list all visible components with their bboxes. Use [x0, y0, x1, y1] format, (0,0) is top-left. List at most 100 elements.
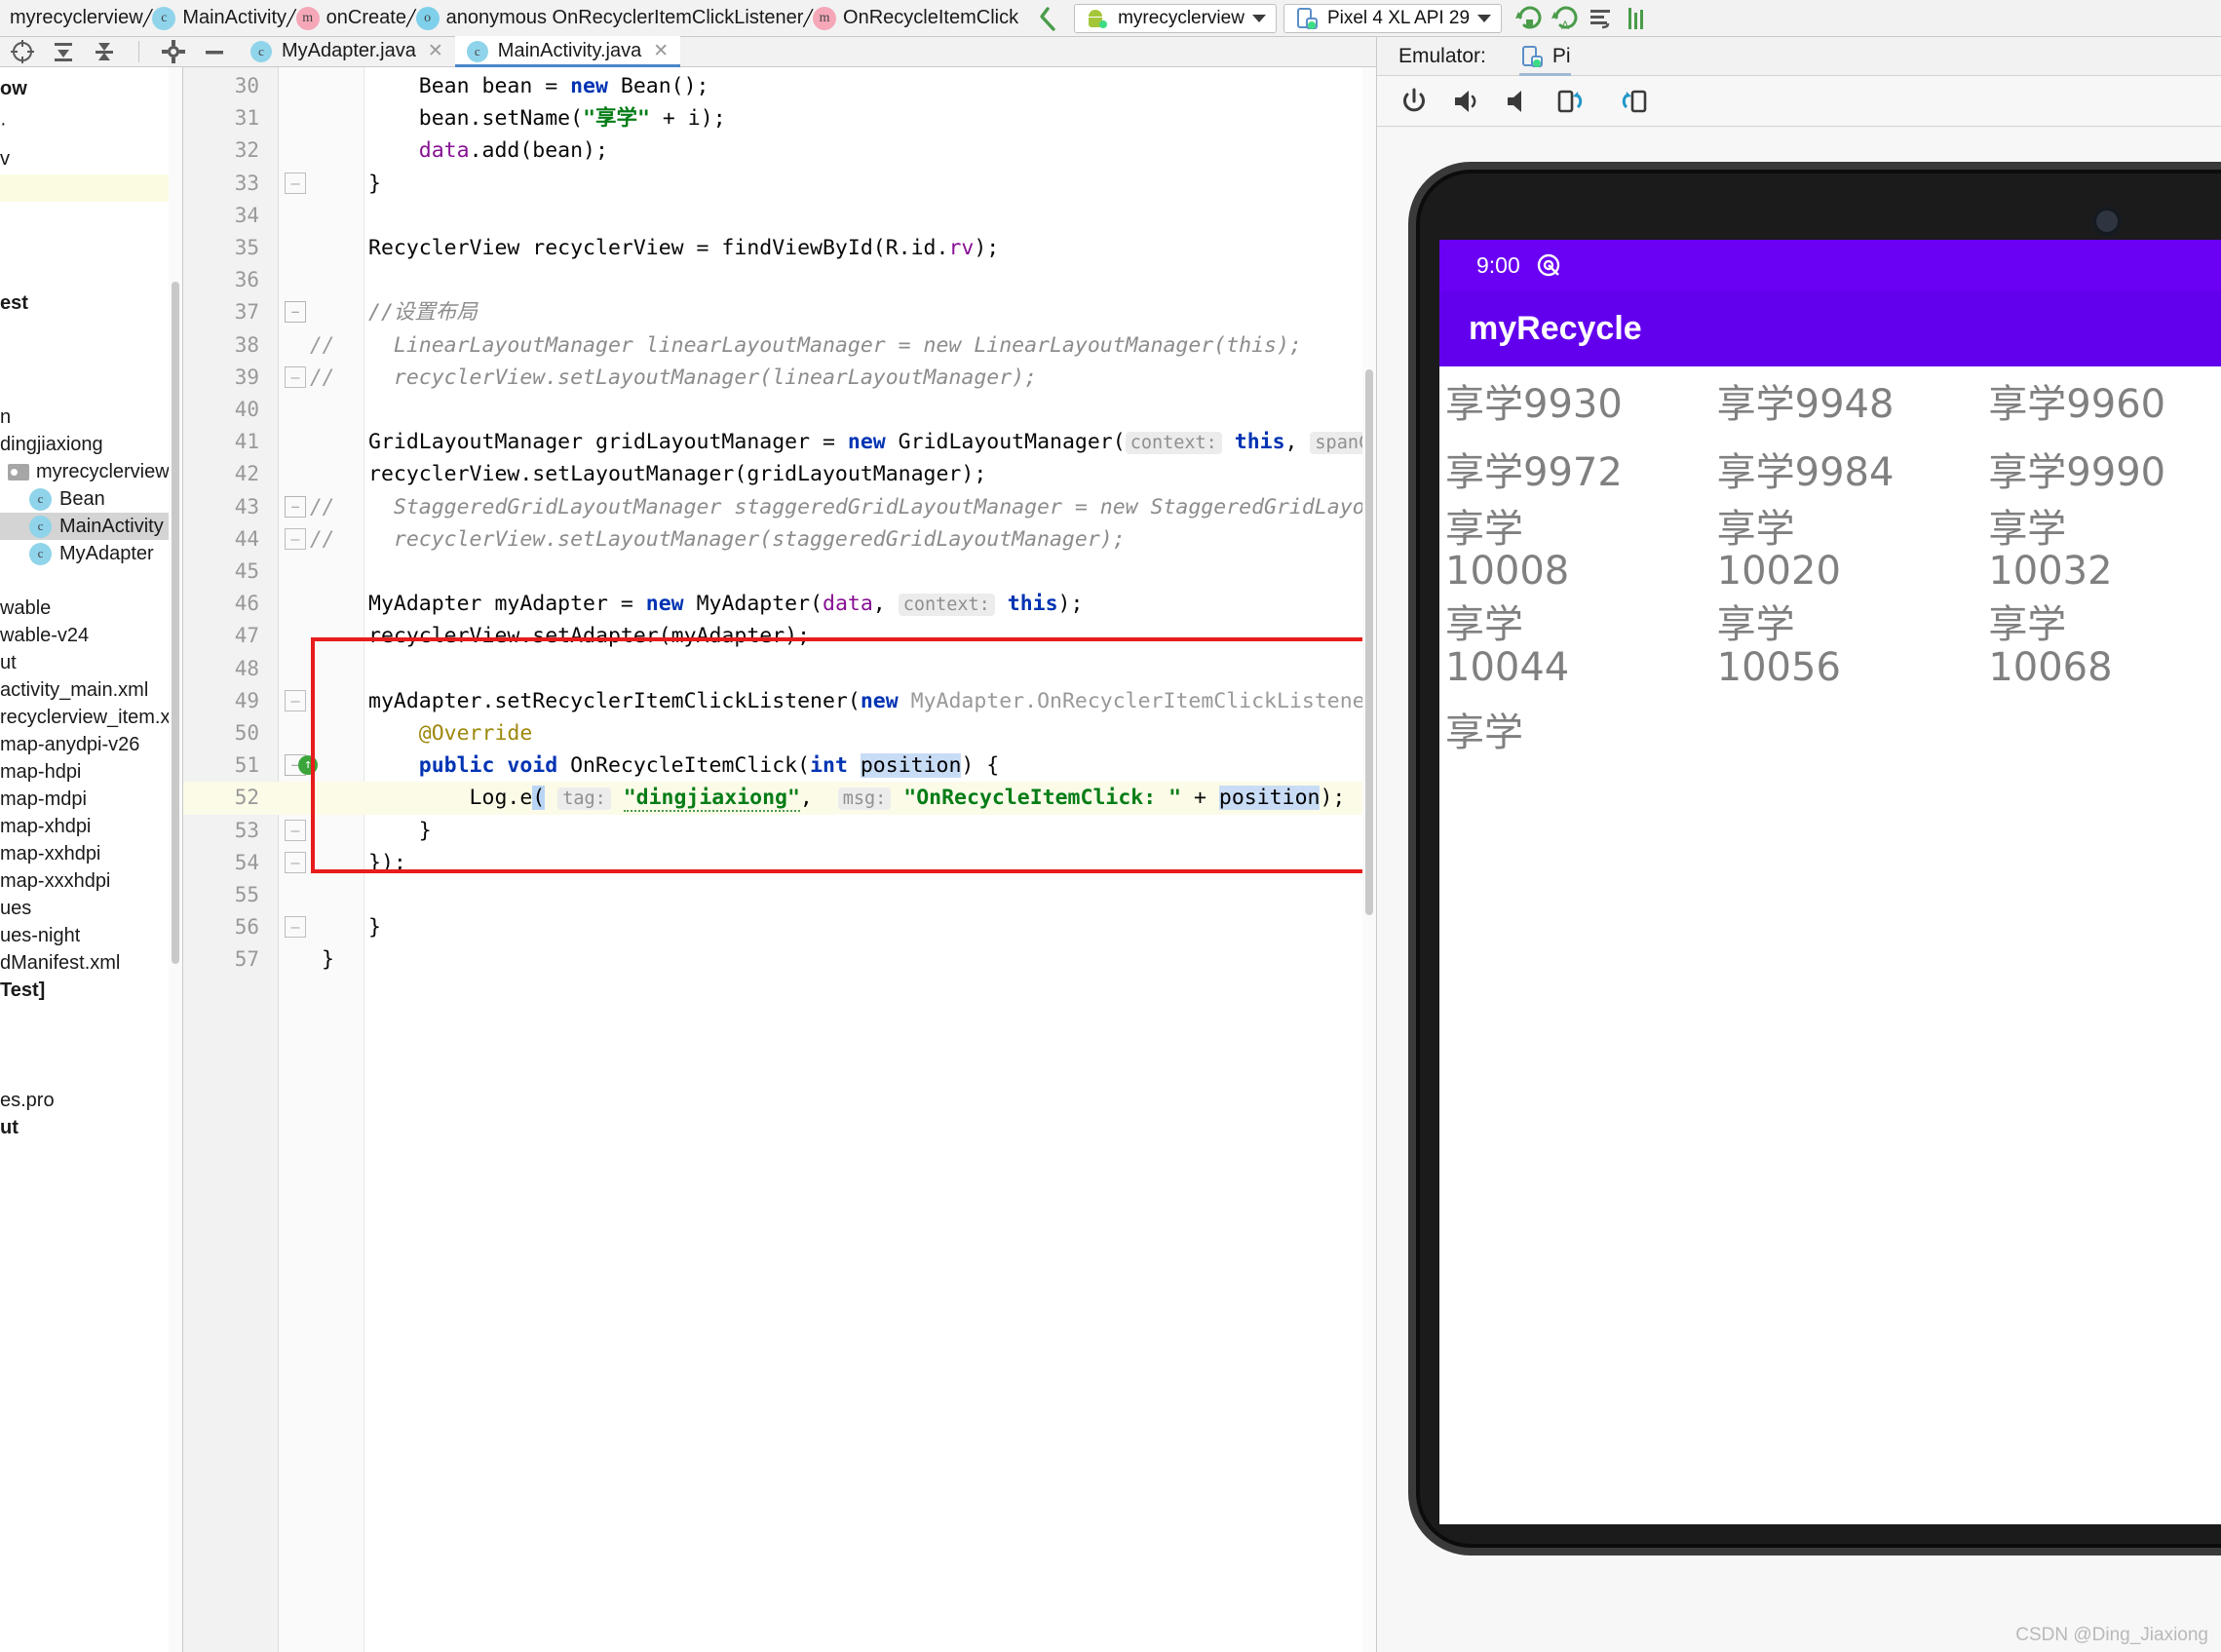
code-line-30[interactable]: 30 Bean bean = new Bean(); — [183, 70, 1376, 102]
breadcrumb-item-4[interactable]: m OnRecycleItemClick — [813, 6, 1018, 30]
tree-node-map-xhdpi[interactable]: map-xhdpi — [0, 813, 182, 840]
code-fold-toggle[interactable]: – — [285, 819, 306, 841]
code-fold-toggle[interactable]: – — [285, 172, 306, 194]
editor-vertical-scrollbar[interactable] — [1362, 67, 1376, 1652]
code-line-44[interactable]: 44 –// recyclerView.setLayoutManager(stag… — [183, 523, 1376, 556]
tree-node-map-anydpi-v26[interactable]: map-anydpi-v26 — [0, 731, 182, 758]
sidebar-scrollbar[interactable] — [169, 67, 182, 1652]
code-editor[interactable]: 30 Bean bean = new Bean(); 31 bean.setNam… — [183, 67, 1376, 1652]
code-line-48[interactable]: 48 — [183, 653, 1376, 685]
tree-node-wable-v24[interactable]: wable-v24 — [0, 622, 182, 649]
code-line-33[interactable]: 33 –} — [183, 168, 1376, 200]
emulator-screen[interactable]: 9:00 myRecycle 享学9930 享学9948 享学9960 享学9972 享… — [1439, 240, 2221, 1524]
code-line-34[interactable]: 34 — [183, 200, 1376, 232]
code-line-39[interactable]: 39 –// recyclerView.setLayoutManager(line… — [183, 362, 1376, 394]
code-content[interactable]: 30 Bean bean = new Bean(); 31 bean.setNam… — [183, 67, 1376, 1652]
code-fold-toggle[interactable]: – — [285, 851, 306, 873]
recyclerview-item[interactable]: 享学9930 — [1439, 366, 1711, 435]
code-line-43[interactable]: 43 −// StaggeredGridLayoutManager stagger… — [183, 491, 1376, 523]
code-line-52[interactable]: 52 Log.e( tag: "dingjiaxiong", msg: "OnR… — [183, 782, 1376, 815]
rotate-left-icon[interactable] — [1556, 86, 1591, 117]
logcat-icon[interactable] — [1587, 4, 1616, 33]
recyclerview-item[interactable]: 享学9960 — [1982, 366, 2221, 435]
tree-node-recyclerview-item-xml[interactable]: recyclerview_item.xml — [0, 704, 182, 731]
code-line-31[interactable]: 31 bean.setName("享学" + i); — [183, 102, 1376, 134]
breadcrumb[interactable]: myrecyclerview ╱ c MainActivity ╱ m onCreate ╱ o… — [0, 0, 1018, 37]
code-line-40[interactable]: 40 — [183, 394, 1376, 426]
volume-down-icon[interactable] — [1504, 86, 1535, 117]
code-line-56[interactable]: 56 –} — [183, 911, 1376, 943]
recyclerview-item[interactable]: 享学 — [1439, 695, 1711, 763]
code-line-36[interactable]: 36 — [183, 264, 1376, 296]
tree-node-bean[interactable]: c Bean — [0, 485, 182, 513]
project-panel[interactable]: ow · v est n dingjiaxiong myrecyclerview c Bean c… — [0, 67, 183, 1652]
code-line-55[interactable]: 55 — [183, 879, 1376, 911]
breadcrumb-item-0[interactable]: myrecyclerview — [10, 7, 143, 29]
recyclerview-item[interactable]: 享学9990 — [1982, 435, 2221, 503]
chevron-down-icon[interactable] — [1477, 14, 1492, 22]
device-selector[interactable]: Pixel 4 XL API 29 — [1283, 3, 1503, 33]
code-line-53[interactable]: 53 – } — [183, 815, 1376, 847]
code-line-46[interactable]: 46 MyAdapter myAdapter = new MyAdapter(da… — [183, 588, 1376, 620]
code-fold-toggle[interactable]: – — [285, 527, 306, 550]
recyclerview-item[interactable]: 享学 10032 — [1982, 503, 2221, 598]
tree-node-ues[interactable]: ues — [0, 895, 182, 922]
code-line-42[interactable]: 42 recyclerView.setLayoutManager(gridLayo… — [183, 458, 1376, 490]
code-line-45[interactable]: 45 — [183, 556, 1376, 588]
code-line-51[interactable]: 51− ↑ public void OnRecycleItemClick(int … — [183, 749, 1376, 782]
settings-gear-icon[interactable] — [161, 39, 186, 64]
code-line-38[interactable]: 38 // LinearLayoutManager linearLayoutMan… — [183, 329, 1376, 362]
code-line-32[interactable]: 32 data.add(bean); — [183, 134, 1376, 167]
recyclerview-item[interactable]: 享学9948 — [1711, 366, 1983, 435]
recyclerview-item[interactable]: 享学 10056 — [1711, 598, 1983, 694]
expand-all-icon[interactable] — [92, 39, 117, 64]
rotate-right-icon[interactable] — [1613, 86, 1648, 117]
code-line-49[interactable]: 49 – myAdapter.setRecyclerItemClickListene… — [183, 685, 1376, 717]
code-fold-toggle[interactable]: − — [285, 495, 306, 518]
tree-node-mainactivity[interactable]: c MainActivity — [0, 513, 182, 540]
volume-up-icon[interactable] — [1451, 86, 1482, 117]
tree-node-test-[interactable]: Test] — [0, 977, 182, 1004]
collapse-all-icon[interactable] — [51, 39, 76, 64]
code-line-41[interactable]: 41 GridLayoutManager gridLayoutManager = … — [183, 426, 1376, 458]
tree-node-activity-main-xml[interactable]: activity_main.xml — [0, 676, 182, 704]
close-icon[interactable]: ✕ — [653, 40, 669, 62]
recyclerview-item[interactable]: 享学9972 — [1439, 435, 1711, 503]
code-line-57[interactable]: 57} — [183, 943, 1376, 976]
breadcrumb-item-3[interactable]: o anonymous OnRecyclerItemClickListener — [415, 6, 803, 30]
code-line-47[interactable]: 47 recyclerView.setAdapter(myAdapter); — [183, 620, 1376, 652]
code-line-54[interactable]: 54 –}); — [183, 847, 1376, 879]
run-configuration-selector[interactable]: myrecyclerview — [1074, 3, 1277, 33]
code-fold-toggle[interactable]: − — [285, 301, 306, 324]
tree-node-ut[interactable]: ut — [0, 649, 182, 676]
emulator-device-frame[interactable]: 9:00 myRecycle 享学9930 享学9948 享学9960 享学9972 享… — [1408, 162, 2221, 1556]
code-fold-toggle[interactable]: – — [285, 365, 306, 388]
recyclerview-item[interactable]: 享学9984 — [1711, 435, 1983, 503]
tree-node-map-xxhdpi[interactable]: map-xxhdpi — [0, 840, 182, 867]
tab-myadapter-java[interactable]: c MyAdapter.java ✕ — [239, 36, 455, 66]
tree-node-ow[interactable]: ow — [0, 75, 182, 102]
tree-node--[interactable]: · — [0, 110, 182, 137]
close-icon[interactable]: ✕ — [428, 40, 443, 62]
code-fold-toggle[interactable]: – — [285, 916, 306, 939]
run-icon[interactable] — [1514, 4, 1544, 33]
tree-node-ut[interactable]: ut — [0, 1114, 182, 1141]
tree-node-n[interactable]: n — [0, 403, 182, 431]
breadcrumb-item-2[interactable]: m onCreate — [295, 6, 406, 30]
tree-node-es-pro[interactable]: es.pro — [0, 1087, 182, 1114]
profiler-icon[interactable] — [1623, 4, 1652, 33]
emulator-device-tab[interactable]: Pi — [1518, 37, 1571, 76]
recyclerview-item[interactable]: 享学 10008 — [1439, 503, 1711, 598]
tree-node-ues-night[interactable]: ues-night — [0, 922, 182, 949]
inspection-hint-icon[interactable]: ↑ — [298, 755, 318, 776]
code-fold-toggle[interactable]: – — [285, 689, 306, 711]
tree-node-dmanifest-xml[interactable]: dManifest.xml — [0, 949, 182, 977]
tree-node-wable[interactable]: wable — [0, 595, 182, 622]
recyclerview-item[interactable]: 享学 10068 — [1982, 598, 2221, 694]
tree-node-blank[interactable] — [0, 174, 182, 202]
tree-node-map-hdpi[interactable]: map-hdpi — [0, 758, 182, 786]
debug-icon[interactable]: A — [1551, 4, 1580, 33]
back-arrow-icon[interactable] — [1032, 4, 1061, 33]
code-line-37[interactable]: 37 − //设置布局 — [183, 296, 1376, 328]
recyclerview-grid[interactable]: 享学9930 享学9948 享学9960 享学9972 享学9984 享学9990 享学 10… — [1439, 366, 2221, 763]
